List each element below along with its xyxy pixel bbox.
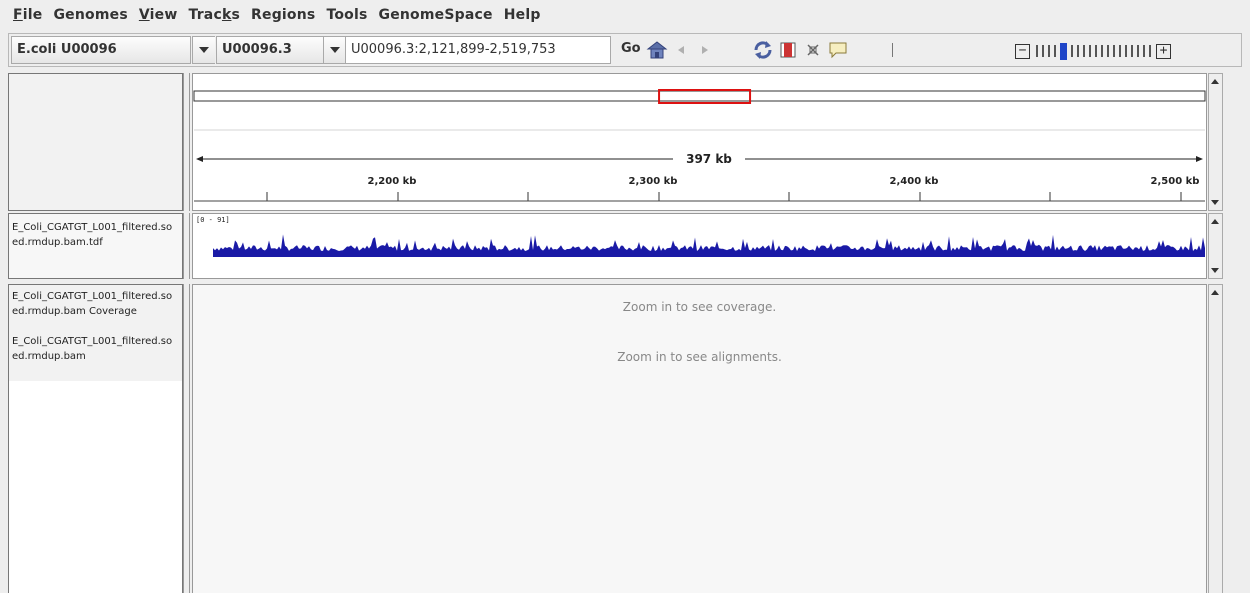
coverage-track-name-line2[interactable]: ed.rmdup.bam Coverage — [9, 304, 182, 319]
zoom-tick[interactable] — [1036, 45, 1038, 57]
toolbar: E.coli U00096 U00096.3 U00096.3:2,121,89… — [8, 33, 1242, 67]
chromosome-dropdown-value: U00096.3 — [222, 42, 292, 57]
menu-bar: File Genomes View Tracks Regions Tools G… — [0, 0, 1250, 30]
genome-dropdown-arrow-icon[interactable] — [192, 36, 215, 64]
zoom-tick[interactable] — [1095, 45, 1097, 57]
go-button[interactable]: Go — [621, 41, 641, 56]
ruler-ticks: 2,200 kb 2,300 kb 2,400 kb 2,500 kb — [266, 176, 1200, 201]
zoom-tick[interactable] — [1048, 45, 1050, 57]
menu-regions[interactable]: Regions — [251, 7, 315, 23]
zoom-tick[interactable] — [1101, 45, 1103, 57]
coverage-area — [213, 234, 1205, 257]
scroll-up-icon[interactable] — [1211, 79, 1219, 84]
zoom-slider-thumb[interactable] — [1060, 42, 1067, 60]
zoom-tick[interactable] — [1149, 45, 1151, 57]
alignment-name-panel: E_Coli_CGATGT_L001_filtered.so ed.rmdup.… — [8, 284, 183, 593]
resize-icon[interactable] — [801, 38, 825, 62]
refresh-icon[interactable] — [751, 38, 775, 62]
zoom-tick[interactable] — [1071, 45, 1073, 57]
zoom-slider[interactable] — [1032, 42, 1151, 60]
zoom-tick[interactable] — [1054, 45, 1056, 57]
zoom-tick[interactable] — [1131, 45, 1133, 57]
alignment-data-panel: Zoom in to see coverage. Zoom in to see … — [192, 284, 1207, 593]
ruler-tick-label: 2,500 kb — [1151, 176, 1200, 187]
menu-genomespace[interactable]: GenomeSpace — [379, 7, 493, 23]
ruler-scrollbar[interactable] — [1208, 73, 1223, 211]
zoom-out-button[interactable]: − — [1015, 43, 1030, 59]
panel-divider[interactable] — [183, 213, 190, 279]
alignment-scrollbar[interactable] — [1208, 284, 1223, 593]
scroll-down-icon[interactable] — [1211, 268, 1219, 273]
span-arrow-right-icon — [1196, 156, 1203, 162]
coverage-message: Zoom in to see coverage. — [622, 300, 777, 314]
panel-divider[interactable] — [183, 73, 190, 211]
alignment-track-name-line1[interactable]: E_Coli_CGATGT_L001_filtered.so — [9, 334, 182, 349]
menu-help[interactable]: Help — [504, 7, 541, 23]
zoom-tick[interactable] — [1113, 45, 1115, 57]
menu-file[interactable]: File — [13, 7, 42, 23]
coverage-histogram[interactable] — [193, 214, 1206, 278]
tdf-track-name-line2[interactable]: ed.rmdup.bam.tdf — [9, 235, 182, 250]
coverage-track-name-line1[interactable]: E_Coli_CGATGT_L001_filtered.so — [9, 289, 182, 304]
header-name-panel — [8, 73, 183, 211]
zoom-tick[interactable] — [1137, 45, 1139, 57]
tdf-track-name-line1[interactable]: E_Coli_CGATGT_L001_filtered.so — [9, 220, 182, 235]
chromosome-dropdown-arrow-icon[interactable] — [323, 36, 346, 64]
zoom-tick[interactable] — [1125, 45, 1127, 57]
back-icon[interactable] — [669, 38, 693, 62]
forward-icon[interactable] — [693, 38, 717, 62]
zoom-in-button[interactable]: + — [1156, 43, 1171, 59]
zoom-tick[interactable] — [1143, 45, 1145, 57]
home-icon[interactable] — [645, 38, 669, 62]
alignment-track-name-line2[interactable]: ed.rmdup.bam — [9, 349, 182, 364]
ruler-svg: 397 kb 2,200 kb 2,300 kb 2,400 kb 2,500 kb — [193, 89, 1206, 202]
zoom-widget: − + — [1015, 42, 1171, 60]
region-navigator-icon[interactable] — [776, 38, 800, 62]
scroll-up-icon[interactable] — [1211, 290, 1219, 295]
data-range-label: [0 - 91] — [196, 216, 230, 224]
ruler-tick-label: 2,400 kb — [890, 176, 939, 187]
alignment-message: Zoom in to see alignments. — [617, 350, 782, 364]
chromosome-ideogram[interactable] — [193, 90, 1206, 102]
menu-genomes[interactable]: Genomes — [53, 7, 127, 23]
span-arrow-left-icon — [196, 156, 203, 162]
locus-input[interactable]: U00096.3:2,121,899-2,519,753 — [345, 36, 611, 64]
tdf-data-panel: [0 - 91] — [192, 213, 1207, 279]
tdf-scrollbar[interactable] — [1208, 213, 1223, 279]
zoom-tick[interactable] — [1077, 45, 1079, 57]
menu-view[interactable]: View — [139, 7, 178, 23]
zoom-tick[interactable] — [1083, 45, 1085, 57]
tdf-name-panel: E_Coli_CGATGT_L001_filtered.so ed.rmdup.… — [8, 213, 183, 279]
zoom-tick[interactable] — [1107, 45, 1109, 57]
span-label: 397 kb — [686, 152, 732, 166]
zoom-tick[interactable] — [1042, 45, 1044, 57]
scroll-down-icon[interactable] — [1211, 200, 1219, 205]
popup-text-icon[interactable] — [826, 38, 850, 62]
menu-tracks[interactable]: Tracks — [188, 7, 240, 23]
chromosome-dropdown[interactable]: U00096.3 — [216, 36, 330, 64]
panel-divider[interactable] — [183, 284, 190, 593]
ruler-tick-label: 2,300 kb — [629, 176, 678, 187]
locus-input-value: U00096.3:2,121,899-2,519,753 — [351, 42, 556, 57]
zoom-tick[interactable] — [1119, 45, 1121, 57]
menu-tools[interactable]: Tools — [326, 7, 367, 23]
scroll-up-icon[interactable] — [1211, 219, 1219, 224]
ruler-panel: 397 kb 2,200 kb 2,300 kb 2,400 kb 2,500 kb — [192, 73, 1207, 211]
genome-dropdown[interactable]: E.coli U00096 — [11, 36, 191, 64]
genome-dropdown-value: E.coli U00096 — [17, 42, 117, 57]
toolbar-separator — [889, 38, 895, 62]
ruler-tick-label: 2,200 kb — [368, 176, 417, 187]
zoom-tick[interactable] — [1089, 45, 1091, 57]
